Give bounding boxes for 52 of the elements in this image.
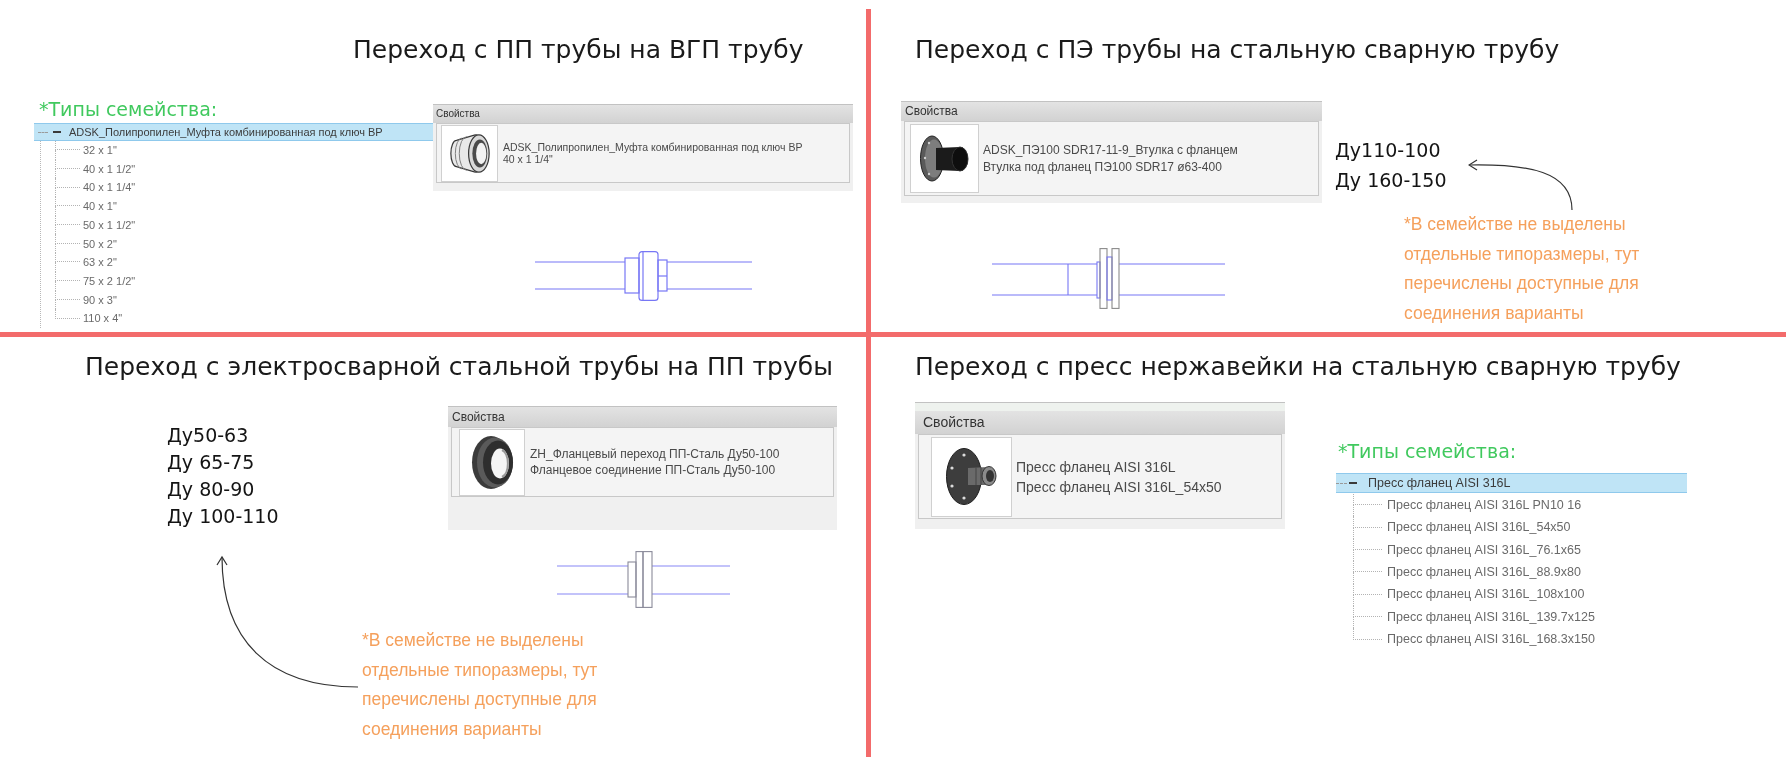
tree-item[interactable]: 63 x 2" <box>83 254 117 271</box>
panel-title: Свойства <box>915 411 1285 434</box>
type-name: 40 x 1 1/4" <box>503 153 553 165</box>
family-name: Пресс фланец AISI 316L <box>1016 457 1176 477</box>
tree-item[interactable]: 50 x 1 1/2" <box>83 216 136 234</box>
type-selector[interactable]: ZH_Фланцевый переход ПП-Сталь Ду50-100 Фланцевое соединение ПП-Сталь Ду50-100 <box>451 427 834 497</box>
panel-title: Свойства <box>901 102 1322 121</box>
tree-item[interactable]: 32 x 1" <box>83 142 117 159</box>
tree-item[interactable]: ADSK_Полипропилен_Муфта комбинированная под ключ ВР <box>34 123 433 141</box>
tree-item[interactable]: Пресс фланец AISI 316L <box>1336 473 1687 493</box>
slide-title: Переход с ПП трубы на ВГП трубу <box>353 35 804 65</box>
tree-item[interactable]: 40 x 1 1/2" <box>83 160 136 178</box>
tree-item[interactable]: Пресс фланец AISI 316L_54x50 <box>1387 518 1571 537</box>
section-heading: *Типы семейства: <box>1338 439 1517 463</box>
slide-title: Переход с пресс нержавейки на стальную сварную трубу <box>915 352 1681 382</box>
family-name: ADSK_ПЭ100 SDR17-11-9_Втулка с фланцем <box>983 141 1238 159</box>
family-name: ADSK_Полипропилен_Муфта комбинированная под ключ ВР <box>503 141 803 153</box>
tree-item[interactable]: Пресс фланец AISI 316L PN10 16 <box>1387 495 1582 515</box>
type-selector[interactable]: ADSK_Полипропилен_Муфта комбинированная под ключ ВР 40 x 1 1/4" <box>436 123 850 183</box>
size-range: Ду50-63 <box>167 423 249 448</box>
type-selector[interactable]: Пресс фланец AISI 316L Пресс фланец AISI 316L_54x50 <box>918 434 1282 519</box>
slide-title: Переход с ПЭ трубы на стальную сварную трубу <box>915 35 1560 65</box>
tree-item[interactable]: 50 x 2" <box>83 235 117 253</box>
type-name: Пресс фланец AISI 316L_54x50 <box>1016 477 1222 497</box>
tree-item[interactable]: Пресс фланец AISI 316L_108x100 <box>1387 585 1585 605</box>
family-name: ZH_Фланцевый переход ПП-Сталь Ду50-100 <box>530 446 780 462</box>
type-selector[interactable]: ADSK_ПЭ100 SDR17-11-9_Втулка с фланцем Втулка под фланец ПЭ100 SDR17 ø63-400 <box>904 121 1319 196</box>
ring-fitting-icon <box>470 434 514 490</box>
note-text: *В семействе не выделены отдельные типоразмеры, тут перечислены доступные для соединения варианты <box>1404 213 1640 325</box>
size-range: Ду 100-110 <box>167 504 279 529</box>
tree-item[interactable]: Пресс фланец AISI 316L_168.3x150 <box>1387 630 1595 649</box>
type-name: Фланцевое соединение ПП-Сталь Ду50-100 <box>530 462 776 478</box>
tree-item[interactable]: 90 x 3" <box>83 291 117 309</box>
tree-item[interactable]: Пресс фланец AISI 316L_76.1x65 <box>1387 540 1581 560</box>
tree-item[interactable]: 40 x 1 1/4" <box>83 179 136 196</box>
flange-icon <box>946 448 997 505</box>
panel-title: Свойства <box>448 407 837 427</box>
tree-item[interactable]: 75 x 2 1/2" <box>83 272 136 290</box>
tree-item[interactable]: 110 x 4" <box>83 310 123 327</box>
panel-title: Свойства <box>433 105 853 123</box>
slide-title: Переход с электросварной стальной трубы на ПП трубы <box>85 352 833 382</box>
size-range: Ду110-100 <box>1335 138 1441 163</box>
size-range: Ду 80-90 <box>167 477 255 502</box>
tree-item[interactable]: 40 x 1" <box>83 198 117 215</box>
size-range: Ду 65-75 <box>167 450 255 475</box>
section-heading: *Типы семейства: <box>39 98 218 120</box>
flange-icon <box>920 135 969 182</box>
tree-item[interactable]: Пресс фланец AISI 316L_139.7x125 <box>1387 607 1595 627</box>
note-text: *В семействе не выделены отдельные типоразмеры, тут перечислены доступные для соединения варианты <box>362 629 598 741</box>
tree-item[interactable]: Пресс фланец AISI 316L_88.9x80 <box>1387 563 1581 582</box>
type-name: Втулка под фланец ПЭ100 SDR17 ø63-400 <box>983 158 1222 176</box>
size-range: Ду 160-150 <box>1335 168 1447 193</box>
